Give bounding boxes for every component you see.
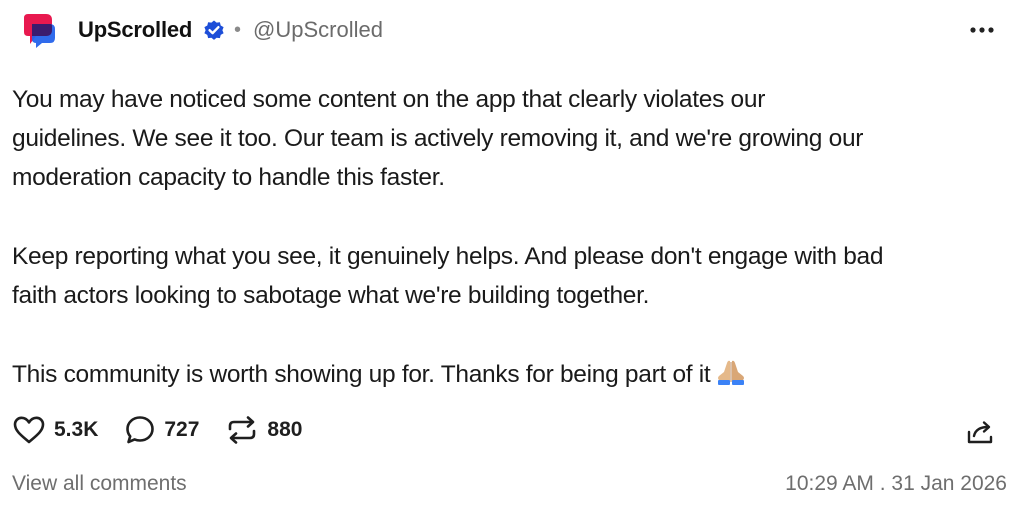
view-all-comments-link[interactable]: View all comments (12, 470, 187, 498)
post-header: UpScrolled • @UpScrolled (0, 0, 1021, 62)
author-display-name[interactable]: UpScrolled (78, 16, 192, 44)
post-timestamp: 10:29 AM . 31 Jan 2026 (785, 472, 1007, 495)
more-dots-icon (970, 27, 994, 33)
comment-button[interactable]: 727 (124, 414, 199, 446)
like-count: 5.3K (54, 418, 99, 441)
verified-badge-icon (202, 18, 226, 42)
post-paragraph-last: This community is worth showing up for. … (12, 355, 1007, 394)
post-paragraph: You may have noticed some content on the… (12, 86, 864, 191)
like-button[interactable]: 5.3K (12, 415, 98, 445)
post-paragraph: Keep reporting what you see, it genuinel… (12, 243, 884, 309)
repost-button[interactable]: 880 (225, 414, 302, 446)
comment-count: 727 (164, 418, 200, 441)
post-paragraph-text: This community is worth showing up for. … (12, 361, 711, 388)
share-icon (967, 421, 993, 444)
folded-hands-emoji (716, 358, 746, 386)
more-options-button[interactable] (962, 14, 1002, 46)
repost-icon (229, 416, 256, 444)
handle-separator: • (234, 19, 242, 41)
author-handle[interactable]: @UpScrolled (253, 16, 383, 44)
comment-bubble-icon (126, 416, 155, 444)
repost-count: 880 (267, 418, 303, 441)
post-actions-bar: 5.3K 727 880 (12, 410, 328, 450)
upscrolled-logo-icon[interactable] (22, 10, 58, 50)
post-body: You may have noticed some content on the… (12, 80, 1007, 394)
share-button[interactable] (964, 416, 996, 448)
heart-icon (13, 416, 45, 444)
